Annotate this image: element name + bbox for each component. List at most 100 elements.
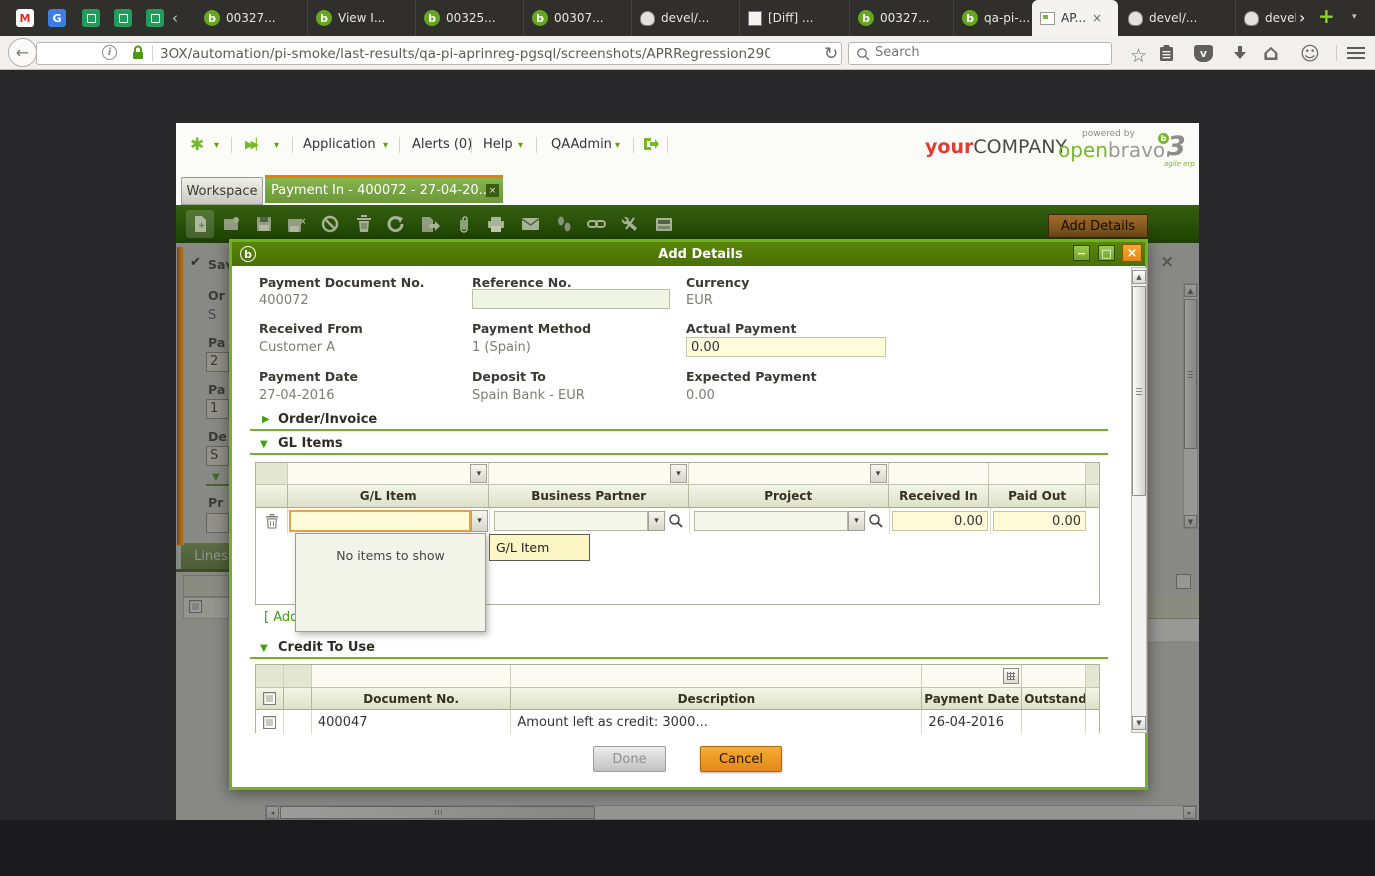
menu-help[interactable]: Help	[483, 137, 513, 152]
business-partner-caret-icon[interactable]: ▾	[648, 511, 665, 531]
cancel-button[interactable]: Cancel	[700, 746, 782, 772]
outstanding-filter[interactable]	[1022, 665, 1086, 688]
download-icon[interactable]	[1232, 45, 1248, 62]
browser-tab[interactable]: devel/...	[632, 0, 740, 36]
gl-items-collapse-icon[interactable]: ▼	[260, 439, 268, 450]
translate-icon[interactable]: G	[48, 9, 66, 27]
tab-scroll-right-icon[interactable]: ›	[1299, 8, 1305, 27]
modal-vertical-scrollbar[interactable]: ▲ ▼	[1131, 267, 1147, 733]
gmail-icon[interactable]: M	[16, 9, 34, 27]
pocket-icon[interactable]: v	[1194, 45, 1213, 62]
export-icon[interactable]	[418, 213, 442, 235]
project-input[interactable]	[694, 511, 848, 531]
quick-create-caret-icon[interactable]: ▾	[274, 140, 279, 151]
tab-close-icon[interactable]: ×	[1092, 11, 1102, 25]
add-details-button[interactable]: Add Details	[1048, 214, 1148, 238]
back-button[interactable]: ←	[8, 38, 37, 67]
menu-alerts[interactable]: Alerts (0)	[412, 137, 472, 152]
tab-close-icon[interactable]: ×	[486, 184, 499, 197]
tab-workspace[interactable]: Workspace	[181, 177, 263, 205]
gl-header[interactable]: Paid Out	[989, 485, 1086, 508]
browser-tab[interactable]: b 00307...	[524, 0, 632, 36]
refresh-icon[interactable]	[384, 213, 408, 235]
gl-header[interactable]: Received In	[889, 485, 990, 508]
reference-input[interactable]	[472, 289, 670, 309]
received-in-input[interactable]: 0.00	[892, 511, 988, 531]
section-credit-to-use[interactable]: Credit To Use	[278, 640, 375, 655]
sheets-icon[interactable]	[82, 9, 100, 27]
gl-header[interactable]: Project	[689, 485, 889, 508]
search-input[interactable]	[875, 45, 1095, 60]
menu-application[interactable]: Application	[303, 137, 376, 152]
section-order-invoice[interactable]: Order/Invoice	[278, 412, 377, 427]
gl-item-dropdown[interactable]: No items to show	[295, 533, 486, 632]
tools-icon[interactable]	[618, 213, 642, 235]
gl-item-combo-input[interactable]	[289, 510, 471, 532]
link-icon[interactable]	[584, 213, 608, 235]
new-document-icon[interactable]: +	[188, 213, 212, 235]
audit-icon[interactable]	[552, 213, 576, 235]
modal-title-bar[interactable]: b Add Details	[232, 242, 1145, 266]
browser-tab[interactable]: b 00327...	[196, 0, 308, 36]
search-box[interactable]	[848, 42, 1112, 65]
credit-data-row[interactable]: 400047 Amount left as credit: 3000... 26…	[256, 710, 1099, 734]
quick-launch-caret-icon[interactable]: ▾	[214, 140, 219, 151]
received-in-filter[interactable]	[889, 463, 990, 485]
gl-item-combo-caret-icon[interactable]: ▾	[471, 510, 488, 532]
description-filter[interactable]	[511, 665, 922, 688]
modal-close-button[interactable]: ×	[1122, 244, 1142, 262]
project-filter[interactable]: ▾	[689, 463, 889, 485]
project-search-icon[interactable]	[867, 512, 885, 530]
sheets-icon[interactable]	[146, 9, 164, 27]
section-gl-items[interactable]: GL Items	[278, 436, 343, 451]
select-all-checkbox[interactable]	[263, 692, 276, 705]
credit-header[interactable]: Document No.	[312, 688, 512, 710]
credit-collapse-icon[interactable]: ▼	[260, 643, 268, 654]
credit-header[interactable]: Description	[511, 688, 922, 710]
browser-tab[interactable]: b View I...	[308, 0, 416, 36]
logout-icon[interactable]	[642, 136, 659, 152]
add-new-link[interactable]: [ Add	[264, 610, 298, 625]
undo-icon[interactable]	[318, 213, 342, 235]
browser-tab[interactable]: devel	[1236, 0, 1296, 36]
business-partner-input[interactable]	[494, 511, 648, 531]
feedback-smiley-icon[interactable]: ☺	[1300, 43, 1320, 65]
gl-header[interactable]: G/L Item	[288, 485, 490, 508]
gl-header[interactable]: Business Partner	[489, 485, 689, 508]
business-partner-filter[interactable]: ▾	[489, 463, 689, 485]
clipboard-icon[interactable]	[1158, 44, 1175, 62]
tab-scroll-left-icon[interactable]: ‹	[172, 9, 178, 27]
new-tab-icon[interactable]: +	[1318, 4, 1335, 28]
menu-user[interactable]: QAAdmin	[551, 137, 612, 152]
email-icon[interactable]	[518, 213, 542, 235]
sheets-icon[interactable]	[114, 9, 132, 27]
credit-header[interactable]: Payment Date	[922, 688, 1022, 710]
browser-tab-active[interactable]: AP... ×	[1032, 0, 1118, 36]
done-button[interactable]: Done	[593, 746, 666, 772]
order-invoice-expand-icon[interactable]: ▶	[262, 414, 270, 425]
print-icon[interactable]	[484, 213, 508, 235]
actual-payment-input[interactable]: 0.00	[686, 337, 886, 357]
paid-out-input[interactable]: 0.00	[993, 511, 1086, 531]
lock-icon[interactable]	[130, 44, 146, 61]
quick-create-icon[interactable]: ▶▶▏	[245, 138, 264, 151]
browser-tab[interactable]: b 00327...	[850, 0, 954, 36]
filter-caret-icon[interactable]: ▾	[870, 464, 887, 483]
browser-tab[interactable]: [Diff] ...	[740, 0, 850, 36]
credit-header[interactable]: Outstand	[1022, 688, 1086, 710]
menu-hamburger-icon[interactable]	[1347, 47, 1365, 49]
modal-minimize-button[interactable]: −	[1073, 245, 1090, 261]
bookmark-star-icon[interactable]: ☆	[1130, 45, 1147, 67]
filter-caret-icon[interactable]: ▾	[470, 464, 487, 483]
scroll-up-icon[interactable]: ▲	[1132, 270, 1146, 284]
copy-record-icon[interactable]	[220, 213, 244, 235]
filter-caret-icon[interactable]: ▾	[670, 464, 687, 483]
scroll-thumb[interactable]	[1132, 286, 1146, 496]
business-partner-search-icon[interactable]	[667, 512, 685, 530]
url-text[interactable]: 3OX/automation/pi-smoke/last-results/qa-…	[160, 46, 770, 62]
grid-form-toggle-icon[interactable]	[652, 213, 676, 235]
browser-tab[interactable]: b 00325...	[416, 0, 524, 36]
page-info-icon[interactable]: i	[102, 45, 117, 60]
home-icon[interactable]: ⌂	[1263, 41, 1279, 66]
tab-payment-in[interactable]: Payment In - 400072 - 27-04-20... ×	[265, 175, 503, 203]
